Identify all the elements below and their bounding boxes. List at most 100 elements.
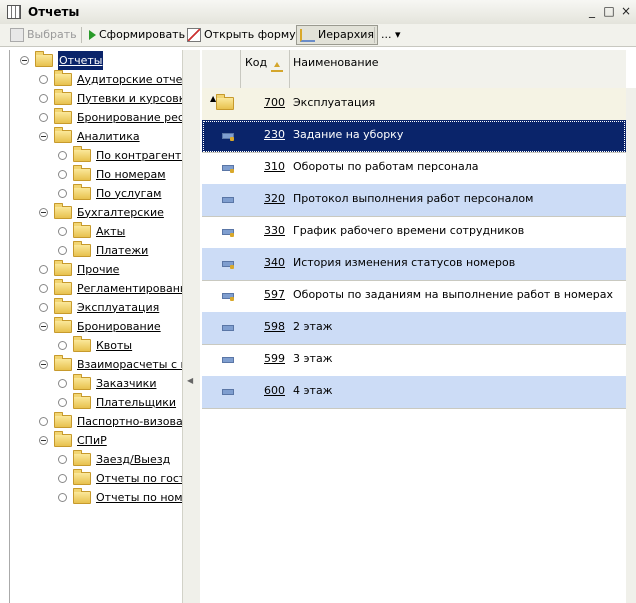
table-row[interactable]: 330 График рабочего времени сотрудников [202, 216, 626, 249]
open-form-button[interactable]: Открыть форму [187, 26, 296, 44]
tree-item[interactable]: Бронирование [39, 316, 161, 335]
tree-item[interactable]: Акты [58, 221, 125, 240]
folder-icon [54, 259, 72, 276]
list-scrollbar[interactable] [626, 88, 636, 603]
tree-node-icon [58, 397, 67, 407]
tree-item-label: По контрагентам [96, 148, 182, 162]
folder-icon [54, 107, 72, 124]
table-row[interactable]: 340 История изменения статусов номеров [202, 248, 626, 281]
tree-item[interactable]: По номерам [58, 164, 166, 183]
tree-item[interactable]: По услугам [58, 183, 161, 202]
collapse-icon[interactable] [39, 207, 48, 217]
folder-icon [216, 93, 234, 110]
window-titlebar: Отчеты _ □ × [0, 0, 636, 25]
tree-node-icon [39, 112, 48, 122]
collapse-icon[interactable] [20, 55, 29, 65]
tree-item-label: Отчеты [58, 50, 104, 70]
select-icon [10, 28, 24, 42]
tree-item[interactable]: Отчеты по номер [58, 487, 182, 506]
tree-item[interactable]: Бронирование ресур [39, 107, 182, 126]
folder-icon [54, 354, 72, 371]
tree-item[interactable]: Квоты [58, 335, 132, 354]
tree-item[interactable]: СПиР [39, 430, 107, 449]
groups-tree[interactable]: Отчеты Аудиторские отчеты Путевки и курсов… [9, 50, 182, 603]
table-row[interactable]: 599 3 этаж [202, 344, 626, 377]
tree-item[interactable]: Аудиторские отчеты [39, 69, 182, 88]
folder-icon [54, 88, 72, 105]
collapse-icon[interactable] [39, 359, 48, 369]
tree-item-label: Акты [96, 224, 126, 238]
tree-item[interactable]: Платежи [58, 240, 148, 259]
code-column-header[interactable]: Код [241, 50, 290, 88]
minimize-button[interactable]: _ [584, 3, 600, 19]
tree-item[interactable]: Заказчики [58, 373, 156, 392]
tree-item-label: По номерам [96, 167, 166, 181]
close-button[interactable]: × [618, 3, 634, 19]
table-row[interactable]: 320 Протокол выполнения работ персоналом [202, 184, 626, 217]
tree-item[interactable]: Отчеты [20, 50, 104, 70]
row-name: Обороты по работам персонала [293, 160, 479, 173]
tree-item-label: Заезд/Выезд [96, 452, 171, 466]
icon-column-header [202, 50, 241, 88]
table-row[interactable]: 597 Обороты по заданиям на выполнение раб… [202, 280, 626, 313]
tree-item-label: Аудиторские отчеты [77, 72, 182, 86]
table-row[interactable]: 310 Обороты по работам персонала [202, 152, 626, 185]
tree-item-label: Бронирование [77, 319, 161, 333]
collapse-icon[interactable] [39, 131, 48, 141]
report-icon [222, 353, 234, 366]
table-row[interactable]: ▲ 700 Эксплуатация [202, 88, 626, 121]
tree-item[interactable]: Путевки и курсовки [39, 88, 182, 107]
more-menu-button[interactable]: ... ▾ [381, 26, 401, 44]
report-icon [222, 225, 234, 238]
tree-node-icon [39, 416, 48, 426]
report-icon [222, 289, 234, 302]
table-row[interactable]: 600 4 этаж [202, 376, 626, 409]
scroll-left-arrow-icon[interactable]: ◀ [187, 376, 193, 385]
collapse-icon[interactable] [39, 435, 48, 445]
tree-item-label: Бронирование ресур [77, 110, 182, 124]
tree-item[interactable]: По контрагентам [58, 145, 182, 164]
name-column-header[interactable]: Наименование [290, 50, 626, 88]
folder-icon [73, 335, 91, 352]
tree-item[interactable]: Паспортно-визовая с [39, 411, 182, 430]
tree-item[interactable]: Взаиморасчеты с ко [39, 354, 182, 373]
row-name: История изменения статусов номеров [293, 256, 516, 269]
tree-item[interactable]: Бухгалтерские [39, 202, 164, 221]
select-button[interactable]: Выбрать [10, 26, 77, 44]
tree-item-label: СПиР [77, 433, 107, 447]
tree-item-label: Регламентированны [77, 281, 182, 295]
table-row[interactable]: 598 2 этаж [202, 312, 626, 345]
tree-node-icon [58, 188, 67, 198]
folder-icon [73, 449, 91, 466]
report-icon [222, 161, 234, 174]
folder-icon [54, 69, 72, 86]
build-report-button[interactable]: Сформировать [89, 26, 185, 44]
folder-icon [54, 430, 72, 447]
tree-scrollbar[interactable]: ◀ [182, 50, 200, 603]
hierarchy-toggle[interactable]: Иерархия [296, 25, 378, 45]
table-row[interactable]: 230 Задание на уборку [202, 120, 626, 153]
tree-item[interactable]: Аналитика [39, 126, 140, 145]
tree-item-label: Паспортно-визовая с [77, 414, 182, 428]
folder-icon [73, 183, 91, 200]
tree-item[interactable]: Регламентированны [39, 278, 182, 297]
tree-item-label: Эксплуатация [77, 300, 160, 314]
folder-icon [54, 278, 72, 295]
row-name: 4 этаж [293, 384, 333, 397]
tree-item[interactable]: Отчеты по гостям [58, 468, 182, 487]
row-code: 230 [264, 128, 285, 141]
collapse-icon[interactable] [39, 321, 48, 331]
tree-item[interactable]: Плательщики [58, 392, 176, 411]
tree-item-label: По услугам [96, 186, 162, 200]
report-icon [222, 193, 234, 206]
tree-item[interactable]: Прочие [39, 259, 119, 278]
folder-icon [54, 126, 72, 143]
tree-item[interactable]: Эксплуатация [39, 297, 159, 316]
report-icon [222, 321, 234, 334]
folder-icon [35, 50, 53, 67]
folder-icon [73, 145, 91, 162]
list-header: Код Наименование [202, 50, 626, 89]
form-icon [187, 28, 201, 42]
tree-item[interactable]: Заезд/Выезд [58, 449, 170, 468]
maximize-button[interactable]: □ [601, 3, 617, 19]
